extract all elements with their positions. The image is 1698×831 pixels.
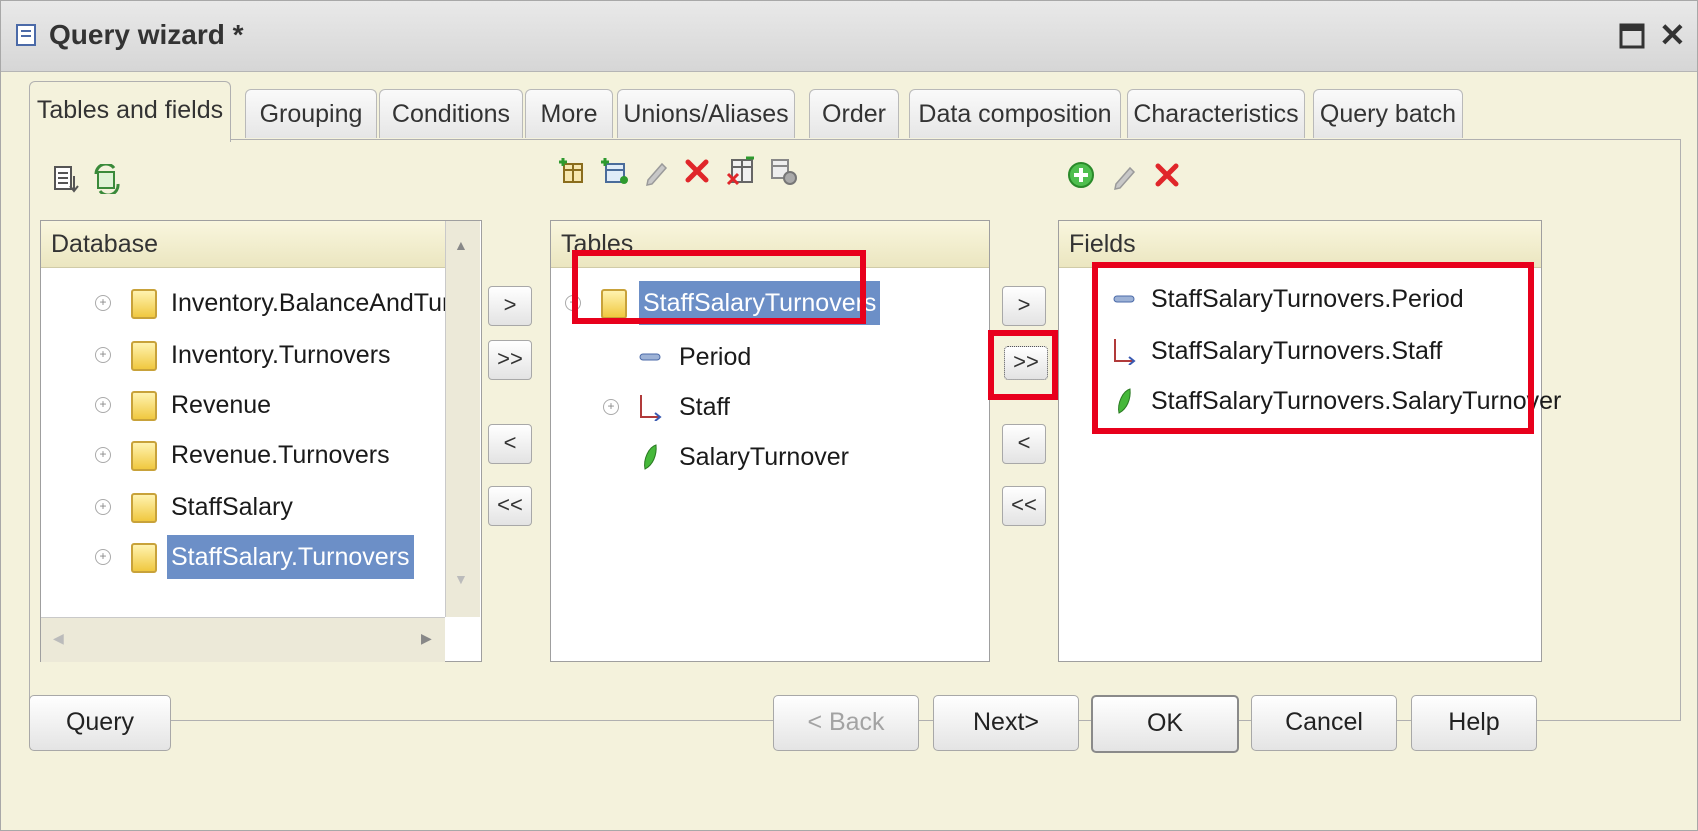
register-icon — [131, 289, 157, 319]
delete-field-icon[interactable] — [1152, 160, 1182, 190]
tree-item[interactable]: Period — [551, 335, 989, 379]
highlight-frame — [572, 250, 866, 324]
tree-item-label: Inventory.BalanceAndTurnovers — [171, 289, 445, 317]
highlight-frame — [1092, 262, 1534, 434]
scroll-left-icon[interactable]: ◀ — [53, 630, 64, 647]
next-button[interactable]: Next> — [933, 695, 1079, 751]
database-tree: + Inventory.BalanceAndTurnovers + Invent… — [41, 267, 445, 617]
register-icon — [131, 543, 157, 573]
delete-icon[interactable] — [682, 156, 712, 186]
remove-field-button[interactable]: < — [1002, 424, 1046, 464]
expand-icon[interactable]: + — [95, 347, 111, 363]
database-panel: Database ▲ ▼ ◀ ▶ + Inventory.BalanceAndT… — [40, 220, 482, 662]
tree-item[interactable]: + StaffSalary — [41, 485, 445, 529]
resource-leaf-icon — [644, 444, 657, 470]
register-icon — [131, 391, 157, 421]
expand-icon[interactable]: + — [95, 447, 111, 463]
window-title: Query wizard * — [49, 19, 244, 50]
query-wizard-window: Query wizard * ✕ Tables and fields Group… — [0, 0, 1698, 831]
register-icon — [131, 493, 157, 523]
tab-unions-aliases[interactable]: Unions/Aliases — [617, 89, 795, 138]
database-header: Database — [41, 221, 445, 268]
edit-pencil-icon[interactable] — [642, 156, 672, 186]
tab-order[interactable]: Order — [809, 89, 899, 138]
expand-icon[interactable]: + — [603, 399, 619, 415]
fields-header: Fields — [1059, 221, 1541, 268]
remove-table-button[interactable]: < — [488, 424, 532, 464]
refresh-tables-icon[interactable] — [92, 164, 122, 194]
scroll-up-icon[interactable]: ▲ — [454, 237, 468, 253]
tree-item-label: Inventory.Turnovers — [171, 341, 391, 369]
tree-item-label: Staff — [679, 393, 730, 421]
title-bar[interactable]: Query wizard * ✕ — [1, 1, 1697, 72]
remove-all-tables-button[interactable]: << — [488, 486, 532, 526]
help-button[interactable]: Help — [1411, 695, 1537, 751]
tab-more[interactable]: More — [525, 89, 613, 138]
tree-item-label: Revenue — [171, 391, 272, 419]
list-view-icon[interactable] — [50, 164, 80, 194]
expand-icon[interactable]: + — [95, 295, 111, 311]
tab-characteristics[interactable]: Characteristics — [1127, 89, 1305, 138]
scroll-right-icon[interactable]: ▶ — [421, 630, 432, 647]
tab-data-composition[interactable]: Data composition — [909, 89, 1121, 138]
tree-item[interactable]: + Revenue.Turnovers — [41, 433, 445, 477]
tree-item-label: Revenue.Turnovers — [171, 441, 390, 469]
dimension-period-icon — [639, 353, 661, 361]
table-settings-icon[interactable] — [768, 156, 798, 186]
replace-table-icon[interactable] — [726, 156, 756, 186]
add-field-icon[interactable] — [1066, 160, 1096, 190]
tab-conditions[interactable]: Conditions — [379, 89, 523, 138]
tab-content: Database ▲ ▼ ◀ ▶ + Inventory.BalanceAndT… — [29, 139, 1681, 721]
ok-button[interactable]: OK — [1091, 695, 1239, 753]
expand-icon[interactable]: + — [95, 549, 111, 565]
tab-grouping[interactable]: Grouping — [245, 89, 377, 138]
edit-field-pencil-icon[interactable] — [1110, 160, 1140, 190]
document-icon — [16, 24, 36, 46]
tree-item[interactable]: + Staff — [551, 385, 989, 429]
highlight-frame — [988, 330, 1058, 400]
remove-all-fields-button[interactable]: << — [1002, 486, 1046, 526]
maximize-icon[interactable] — [1619, 23, 1645, 49]
back-button[interactable]: < Back — [773, 695, 919, 751]
cancel-button[interactable]: Cancel — [1251, 695, 1397, 751]
tree-item-label: StaffSalary.Turnovers — [167, 535, 414, 579]
vertical-scrollbar[interactable]: ▲ ▼ — [445, 221, 480, 617]
tree-item[interactable]: SalaryTurnover — [551, 435, 989, 479]
add-field-button[interactable]: > — [1002, 286, 1046, 326]
close-icon[interactable]: ✕ — [1659, 19, 1686, 51]
tree-item-label: SalaryTurnover — [679, 443, 849, 471]
tab-tables-and-fields[interactable]: Tables and fields — [29, 81, 231, 142]
add-table-button[interactable]: > — [488, 286, 532, 326]
tree-item[interactable]: + Revenue — [41, 383, 445, 427]
add-nested-table-icon[interactable] — [600, 156, 630, 186]
reference-axis-icon — [640, 395, 662, 421]
tab-query-batch[interactable]: Query batch — [1313, 89, 1463, 138]
query-button[interactable]: Query — [29, 695, 171, 751]
tab-strip: Tables and fields Grouping Conditions Mo… — [29, 81, 1689, 142]
tree-item-label: Period — [679, 343, 752, 371]
tree-item[interactable]: + Inventory.BalanceAndTurnovers — [41, 281, 445, 325]
scroll-down-icon[interactable]: ▼ — [454, 571, 468, 587]
register-icon — [131, 441, 157, 471]
add-table-icon[interactable] — [558, 156, 588, 186]
tree-item[interactable]: + Inventory.Turnovers — [41, 333, 445, 377]
horizontal-scrollbar[interactable]: ◀ ▶ — [41, 617, 445, 662]
register-icon — [131, 341, 157, 371]
tree-item-selected[interactable]: + StaffSalary.Turnovers — [41, 535, 445, 579]
add-all-tables-button[interactable]: >> — [488, 340, 532, 380]
tree-item-label: StaffSalary — [171, 493, 293, 521]
expand-icon[interactable]: + — [95, 499, 111, 515]
expand-icon[interactable]: + — [95, 397, 111, 413]
